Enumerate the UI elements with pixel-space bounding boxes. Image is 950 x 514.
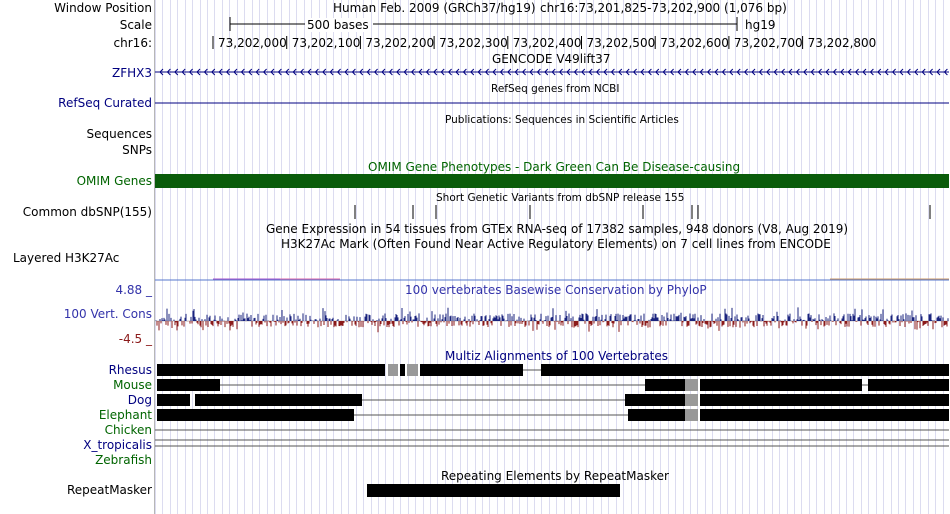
alignment-block — [157, 364, 385, 376]
alignment-block — [195, 394, 362, 406]
alignment-block — [868, 379, 949, 391]
alignment-block — [645, 379, 685, 391]
alignment-block-partial — [685, 409, 698, 421]
alignment-block — [628, 409, 685, 421]
alignment-block — [400, 364, 405, 376]
omim-feature-bar — [155, 174, 949, 188]
genome-browser-image: Window Position Human Feb. 2009 (GRCh37/… — [0, 0, 950, 514]
repeatmasker-element — [367, 484, 620, 497]
alignment-block-partial — [685, 379, 698, 391]
alignment-block-partial — [388, 364, 398, 376]
alignment-block — [157, 394, 190, 406]
track-graphics — [155, 17, 949, 497]
alignment-block — [157, 409, 354, 421]
alignment-block — [541, 364, 949, 376]
alignment-block — [700, 379, 862, 391]
alignment-block-partial — [407, 364, 418, 376]
alignment-block — [420, 364, 523, 376]
alignment-block — [157, 379, 220, 391]
alignment-block-partial — [685, 394, 698, 406]
alignment-block — [700, 394, 949, 406]
alignment-block — [625, 394, 685, 406]
alignment-block — [700, 409, 949, 421]
